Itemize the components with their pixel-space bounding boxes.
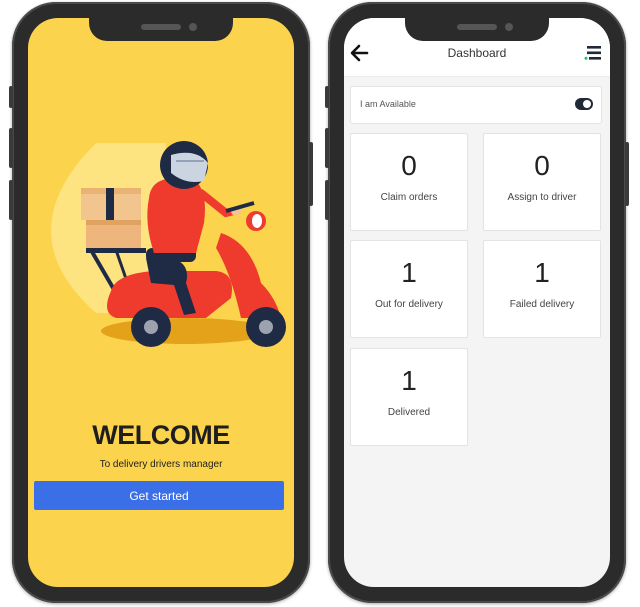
speaker bbox=[141, 24, 181, 30]
card-value: 1 bbox=[401, 365, 417, 396]
side-button bbox=[9, 180, 13, 220]
toggle-knob bbox=[583, 100, 591, 108]
stat-card-out-for-delivery[interactable]: 1 Out for delivery bbox=[350, 240, 468, 338]
phone-frame-left: WELCOME To delivery drivers manager Get … bbox=[9, 2, 313, 603]
camera bbox=[189, 23, 197, 31]
stat-card-failed-delivery[interactable]: 1 Failed delivery bbox=[483, 240, 601, 338]
get-started-button[interactable]: Get started bbox=[34, 481, 284, 510]
welcome-screen: WELCOME To delivery drivers manager Get … bbox=[28, 18, 294, 587]
delivery-scooter-illustration bbox=[51, 141, 286, 347]
card-value: 1 bbox=[534, 257, 550, 288]
notch bbox=[405, 18, 549, 41]
stat-card-assign-to-driver[interactable]: 0 Assign to driver bbox=[483, 133, 601, 231]
dashboard-screen: Dashboard I am Available 0 Claim orders … bbox=[344, 18, 610, 587]
card-label: Assign to driver bbox=[507, 192, 577, 203]
card-label: Delivered bbox=[387, 407, 431, 418]
availability-label: I am Available bbox=[360, 99, 416, 109]
availability-toggle[interactable] bbox=[575, 98, 593, 110]
card-label: Failed delivery bbox=[509, 299, 575, 310]
side-button bbox=[325, 86, 329, 108]
card-label: Claim orders bbox=[380, 192, 438, 203]
welcome-subtitle: To delivery drivers manager bbox=[99, 459, 223, 470]
availability-row: I am Available bbox=[350, 86, 602, 124]
side-button bbox=[325, 128, 329, 168]
side-button bbox=[325, 180, 329, 220]
side-button bbox=[309, 142, 313, 206]
card-value: 1 bbox=[401, 257, 417, 288]
speaker bbox=[457, 24, 497, 30]
stat-card-delivered[interactable]: 1 Delivered bbox=[350, 348, 468, 446]
welcome-title: WELCOME bbox=[92, 420, 230, 450]
side-button bbox=[9, 86, 13, 108]
card-value: 0 bbox=[401, 150, 417, 181]
notch bbox=[89, 18, 233, 41]
phone-frame-right: Dashboard I am Available 0 Claim orders … bbox=[325, 2, 629, 603]
page-title: Dashboard bbox=[447, 46, 507, 60]
card-label: Out for delivery bbox=[375, 299, 443, 310]
card-value: 0 bbox=[534, 150, 550, 181]
menu-icon[interactable] bbox=[584, 44, 602, 62]
camera bbox=[505, 23, 513, 31]
side-button bbox=[9, 128, 13, 168]
stat-card-claim-orders[interactable]: 0 Claim orders bbox=[350, 133, 468, 231]
side-button bbox=[625, 142, 629, 206]
